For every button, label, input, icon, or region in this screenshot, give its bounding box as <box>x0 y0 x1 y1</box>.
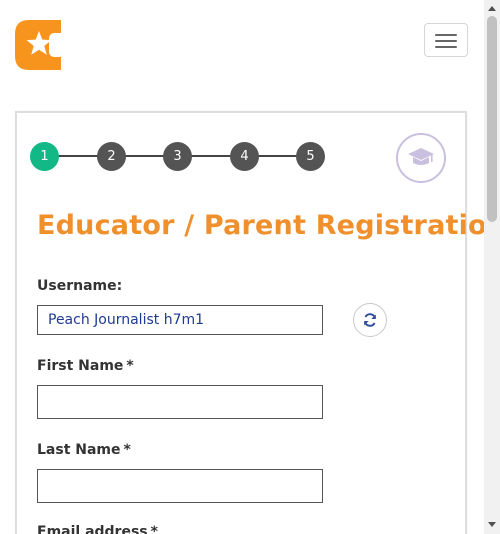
page-title: Educator / Parent Registration <box>37 210 500 241</box>
first-name-field[interactable] <box>37 385 323 419</box>
step-1[interactable]: 1 <box>30 142 59 171</box>
last-name-label: Last Name * <box>37 442 131 458</box>
step-2[interactable]: 2 <box>97 142 126 171</box>
last-name-label-text: Last Name <box>37 442 121 458</box>
required-marker: * <box>150 524 158 534</box>
refresh-icon <box>364 313 376 327</box>
last-name-field[interactable] <box>37 469 323 503</box>
refresh-username-button[interactable] <box>353 303 387 337</box>
graduation-cap-icon <box>408 148 434 165</box>
educator-role-badge <box>396 133 446 183</box>
hamburger-menu-button[interactable] <box>424 23 468 57</box>
step-3[interactable]: 3 <box>163 142 192 171</box>
logo-icon[interactable] <box>15 20 61 70</box>
username-field[interactable]: Peach Journalist h7m1 <box>37 305 323 335</box>
email-label-text: Email address <box>37 524 148 534</box>
menu-bar-icon <box>435 34 457 36</box>
first-name-label-text: First Name <box>37 358 124 374</box>
menu-bar-icon <box>435 46 457 48</box>
registration-stepper: 1 2 3 4 5 <box>30 141 330 173</box>
menu-bar-icon <box>435 40 457 42</box>
required-marker: * <box>126 358 134 374</box>
first-name-label: First Name * <box>37 358 134 374</box>
scrollbar[interactable] <box>484 0 500 534</box>
required-marker: * <box>123 442 131 458</box>
scroll-thumb[interactable] <box>487 16 497 222</box>
step-4[interactable]: 4 <box>230 142 259 171</box>
email-label: Email address * <box>37 524 158 534</box>
scroll-up-icon[interactable] <box>488 6 496 11</box>
step-5[interactable]: 5 <box>296 142 325 171</box>
username-label: Username: <box>37 278 123 294</box>
scroll-down-icon[interactable] <box>488 522 496 527</box>
